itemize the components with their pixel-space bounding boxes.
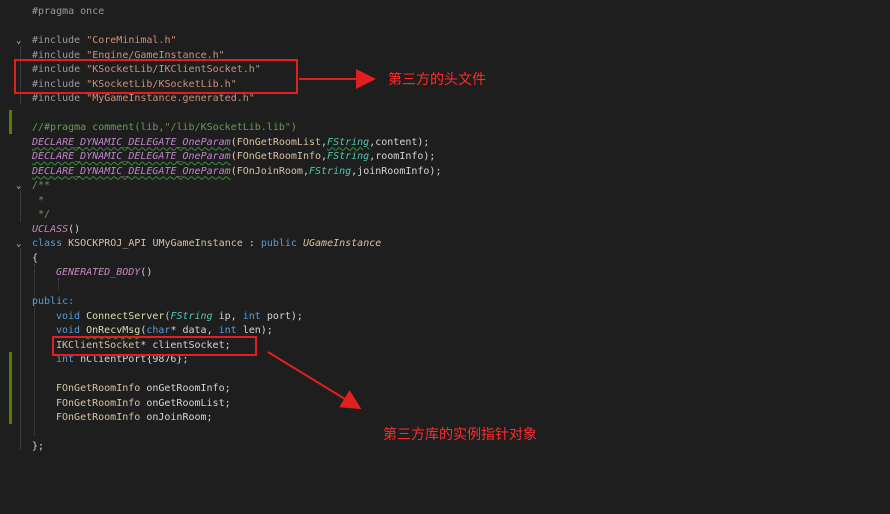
- code-line: DECLARE_DYNAMIC_DELEGATE_OneParam(FOnGet…: [32, 151, 436, 162]
- member-type: FOnGetRoomInfo: [56, 383, 141, 394]
- chevron-down-icon[interactable]: ⌄: [16, 34, 26, 49]
- delegate-param-type: FString: [308, 165, 352, 177]
- code-line: *: [0, 194, 44, 209]
- code-editor[interactable]: #pragma once ⌄ #include "CoreMinimal.h" …: [0, 0, 890, 514]
- code-line: {: [0, 252, 38, 267]
- delegate-param-type: FString: [327, 136, 370, 148]
- include-directive: #include: [32, 93, 81, 104]
- member-type: FOnGetRoomInfo: [56, 412, 141, 423]
- generated-body-macro: GENERATED_BODY: [56, 267, 141, 278]
- code-line: ⌄ class KSOCKPROJ_API UMyGameInstance : …: [0, 237, 381, 252]
- open-brace: {: [32, 252, 39, 264]
- int-keyword: int: [242, 310, 261, 322]
- class-keyword: class: [32, 238, 63, 249]
- base-class: UGameInstance: [302, 238, 382, 249]
- char-keyword: char: [146, 325, 171, 336]
- code-line: int nClientPort{9876};: [56, 354, 189, 365]
- delegate-param-type: FString: [327, 151, 370, 162]
- doc-comment: *: [32, 194, 45, 206]
- param-name: ip: [218, 310, 231, 322]
- delegate-name: FOnGetRoomInfo: [236, 151, 322, 162]
- delegate-macro: DECLARE_DYNAMIC_DELEGATE_OneParam: [32, 165, 231, 177]
- code-line: IKClientSocket* clientSocket;: [56, 339, 231, 351]
- class-name: UMyGameInstance: [152, 238, 243, 249]
- delegate-name: FOnJoinRoom: [236, 165, 303, 177]
- doc-comment: */: [32, 209, 51, 220]
- access-specifier: public:: [32, 296, 75, 307]
- delegate-macro: DECLARE_DYNAMIC_DELEGATE_OneParam: [32, 151, 231, 162]
- param-type: FString: [170, 310, 213, 322]
- code-line: FOnGetRoomInfo onGetRoomInfo;: [56, 383, 231, 394]
- header-highlight-box: [14, 59, 298, 94]
- function-name: OnRecvMsg: [86, 325, 141, 336]
- code-line: };: [0, 440, 44, 455]
- delegate-name: FOnGetRoomList: [236, 136, 322, 148]
- doc-comment: /**: [32, 180, 51, 191]
- code-line: //#pragma comment(lib,"/lib/KSocketLib.l…: [0, 121, 297, 136]
- member-type: FOnGetRoomInfo: [56, 397, 141, 409]
- include-directive: #include: [32, 35, 81, 46]
- void-keyword: void: [56, 310, 81, 322]
- instance-pointer-annotation: 第三方库的实例指针对象: [383, 427, 537, 443]
- delegate-param: joinRoomInfo: [357, 165, 430, 177]
- code-line: UCLASS(): [32, 223, 81, 235]
- code-line: ⌄ #include "CoreMinimal.h": [0, 34, 177, 49]
- code-line: void OnRecvMsg(char* data, int len);: [56, 325, 273, 336]
- comment-line: //#pragma comment(lib,"/lib/KSocketLib.l…: [32, 122, 297, 133]
- code-line: */: [0, 208, 50, 223]
- code-line: FOnGetRoomInfo onJoinRoom;: [56, 412, 213, 423]
- void-keyword: void: [56, 325, 81, 336]
- param-name: data: [182, 325, 207, 336]
- close-brace: };: [32, 441, 45, 452]
- param-name: port: [266, 310, 291, 322]
- int-keyword: int: [218, 325, 237, 336]
- delegate-macro: DECLARE_DYNAMIC_DELEGATE_OneParam: [32, 136, 231, 148]
- uclass-macro: UCLASS: [32, 223, 69, 235]
- function-name: ConnectServer: [86, 310, 165, 322]
- code-line: FOnGetRoomInfo onGetRoomList;: [56, 397, 231, 409]
- param-name: len: [242, 325, 261, 336]
- code-line: DECLARE_DYNAMIC_DELEGATE_OneParam(FOnGet…: [32, 136, 430, 148]
- delegate-param: content: [375, 136, 418, 148]
- code-line: #pragma once: [0, 5, 104, 20]
- headers-annotation: 第三方的头文件: [388, 72, 486, 88]
- chevron-down-icon[interactable]: ⌄: [16, 237, 26, 252]
- include-path: "MyGameInstance.generated.h": [86, 93, 255, 104]
- include-path: "CoreMinimal.h": [86, 35, 177, 46]
- api-macro: KSOCKPROJ_API: [68, 238, 147, 249]
- chevron-down-icon[interactable]: ⌄: [16, 179, 26, 194]
- member-name: onJoinRoom: [146, 412, 207, 423]
- public-keyword: public: [260, 238, 297, 249]
- socket-highlight-box: [52, 336, 257, 356]
- code-line: DECLARE_DYNAMIC_DELEGATE_OneParam(FOnJoi…: [32, 165, 442, 177]
- code-line: ⌄ /**: [0, 179, 50, 194]
- code-line: #include "MyGameInstance.generated.h": [0, 92, 255, 107]
- delegate-param: roomInfo: [375, 151, 424, 162]
- member-name: onGetRoomInfo: [146, 383, 225, 394]
- code-line: void ConnectServer(FString ip, int port)…: [56, 310, 303, 322]
- code-line: GENERATED_BODY(): [56, 267, 153, 278]
- pragma-once: #pragma once: [32, 6, 105, 17]
- member-name: onGetRoomList: [146, 397, 225, 409]
- code-line: public:: [0, 295, 74, 310]
